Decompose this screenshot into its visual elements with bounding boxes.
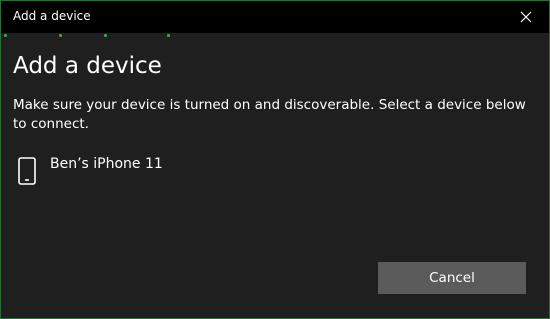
progress-dot [4,34,7,37]
instructions-text: Make sure your device is turned on and d… [13,97,526,132]
close-icon [520,11,532,23]
device-name: Ben’s iPhone 11 [50,156,163,172]
progress-dot [59,34,62,37]
progress-indicator [1,33,549,37]
window-title: Add a device [13,9,91,23]
add-device-dialog: Add a device Add a device Make sure your… [0,0,550,319]
phone-icon [18,157,36,185]
cancel-button[interactable]: Cancel [378,262,526,294]
close-button[interactable] [503,1,549,33]
progress-dot [167,34,170,37]
page-title: Add a device [13,53,162,79]
device-list-item[interactable]: Ben’s iPhone 11 [13,151,313,191]
progress-dot [104,34,107,37]
title-bar: Add a device [1,1,549,33]
